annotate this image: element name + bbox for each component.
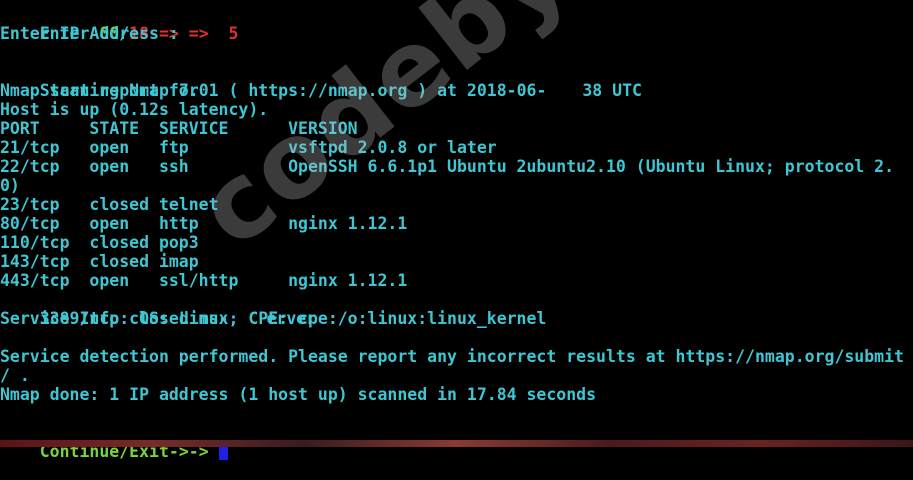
- host-up-line: Host is up (0.12s latency).: [0, 100, 269, 119]
- nmap-done-line: Nmap done: 1 IP address (1 host up) scan…: [0, 385, 597, 404]
- service-info-line: Service Info: OS: Linux; CPE: cpe:/o:lin…: [0, 309, 547, 328]
- service-detection-wrap-line: / .: [0, 366, 30, 385]
- redacted-date: [546, 81, 556, 100]
- port-23-line: 23/tcp closed telnet: [0, 195, 219, 214]
- service-detection-line: Service detection performed. Please repo…: [0, 347, 904, 366]
- terminal-window[interactable]: Enter 00/18 => => 5 Enter IP Address : S…: [0, 0, 913, 461]
- port-3389-line: 3389/tcp closed ms-erver: [0, 290, 316, 328]
- port-143-line: 143/tcp closed imap: [0, 252, 199, 271]
- choice-value: 5: [218, 24, 239, 43]
- port-443-line: 443/tcp open ssl/http nginx 1.12.1: [0, 271, 408, 290]
- port-110-line: 110/tcp closed pop3: [0, 233, 199, 252]
- port-80-line: 80/tcp open http nginx 1.12.1: [0, 214, 408, 233]
- scan-report-line: Nmap scan report for: [0, 81, 209, 100]
- nmap-start-line: Starting Nmap 7.01 ( https://nmap.org ) …: [0, 62, 642, 100]
- enter-counter-line: Enter 00/18 => => 5: [0, 5, 239, 43]
- port-22-wrap-line: 0): [0, 176, 20, 195]
- table-header-line: PORT STATE SERVICE VERSION: [0, 119, 358, 138]
- port-22-line: 22/tcp open ssh OpenSSH 6.6.1p1 Ubuntu 2…: [0, 157, 895, 176]
- nmap-start-time: 38 UTC: [582, 81, 642, 100]
- ip-prompt-line: Enter IP Address :: [0, 24, 189, 43]
- background-image-strip: [0, 440, 913, 447]
- port-21-line: 21/tcp open ftp vsftpd 2.0.8 or later: [0, 138, 497, 157]
